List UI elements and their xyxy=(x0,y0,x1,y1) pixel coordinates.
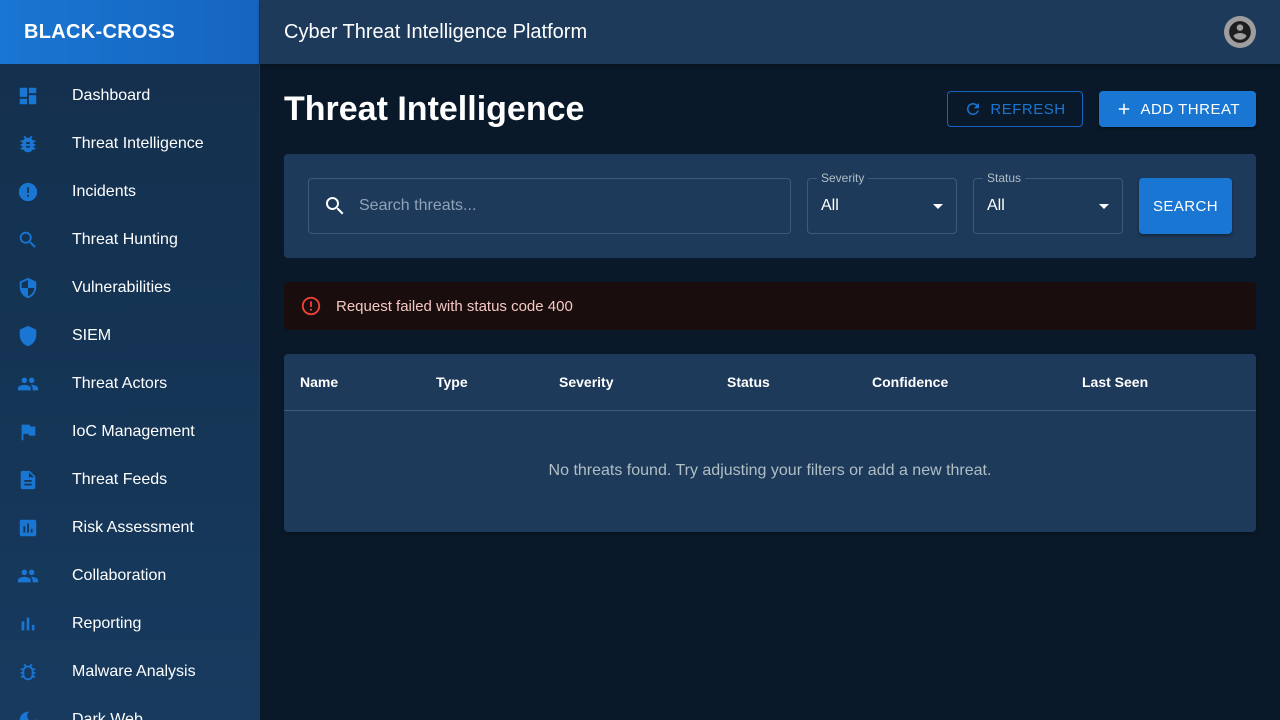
sidebar-item-label: IoC Management xyxy=(72,423,195,440)
bar-chart-icon xyxy=(16,612,40,636)
sidebar-item-siem[interactable]: SIEM xyxy=(0,312,259,360)
column-header-severity[interactable]: Severity xyxy=(559,374,727,390)
moon-icon xyxy=(16,708,40,720)
sidebar-item-label: Threat Actors xyxy=(72,375,168,392)
sidebar-item-threat-actors[interactable]: Threat Actors xyxy=(0,360,259,408)
flag-icon xyxy=(16,420,40,444)
app-header: Cyber Threat Intelligence Platform xyxy=(260,0,1280,64)
sidebar-item-vulnerabilities[interactable]: Vulnerabilities xyxy=(0,264,259,312)
sidebar-item-label: Reporting xyxy=(72,615,142,632)
sidebar-item-risk-assessment[interactable]: Risk Assessment xyxy=(0,504,259,552)
refresh-button-label: REFRESH xyxy=(990,100,1066,118)
error-outline-icon xyxy=(301,296,321,316)
filter-panel: Severity All Status All SEARCH xyxy=(284,154,1256,258)
sidebar-item-incidents[interactable]: Incidents xyxy=(0,168,259,216)
bug-icon xyxy=(16,132,40,156)
dashboard-icon xyxy=(16,84,40,108)
error-alert: Request failed with status code 400 xyxy=(284,282,1256,330)
threats-table: Name Type Severity Status Confidence Las… xyxy=(284,354,1256,532)
severity-select[interactable]: Severity All xyxy=(807,171,957,234)
column-header-type[interactable]: Type xyxy=(436,374,559,390)
sidebar-item-label: Dashboard xyxy=(72,87,151,104)
sidebar-item-label: Vulnerabilities xyxy=(72,279,172,296)
sidebar-item-label: Threat Feeds xyxy=(72,471,168,488)
severity-select-label: Severity xyxy=(817,171,869,185)
error-icon xyxy=(16,180,40,204)
sidebar-item-label: SIEM xyxy=(72,327,112,344)
sidebar-item-label: Malware Analysis xyxy=(72,663,196,680)
sidebar-item-label: Dark Web xyxy=(72,711,143,720)
search-field[interactable] xyxy=(308,178,791,234)
brand-logo[interactable]: BLACK-CROSS xyxy=(0,0,259,64)
bug-icon xyxy=(16,660,40,684)
empty-state-message: No threats found. Try adjusting your fil… xyxy=(548,462,992,479)
sidebar-item-label: Threat Intelligence xyxy=(72,135,204,152)
sidebar-item-threat-feeds[interactable]: Threat Feeds xyxy=(0,456,259,504)
refresh-icon xyxy=(967,103,980,115)
column-header-name[interactable]: Name xyxy=(300,374,436,390)
page-actions: REFRESH ADD THREAT xyxy=(947,91,1256,127)
status-select[interactable]: Status All xyxy=(973,171,1123,234)
status-select-value: All xyxy=(987,197,1005,214)
sidebar-item-malware-analysis[interactable]: Malware Analysis xyxy=(0,648,259,696)
sidebar-item-label: Threat Hunting xyxy=(72,231,178,248)
search-button[interactable]: SEARCH xyxy=(1139,178,1232,234)
page-header: Threat Intelligence REFRESH ADD THREAT xyxy=(284,64,1256,154)
sidebar-item-dark-web[interactable]: Dark Web xyxy=(0,696,259,720)
table-header-row: Name Type Severity Status Confidence Las… xyxy=(284,354,1256,411)
app-title: Cyber Threat Intelligence Platform xyxy=(284,20,588,43)
account-avatar[interactable] xyxy=(1224,16,1256,48)
refresh-button[interactable]: REFRESH xyxy=(947,91,1083,127)
error-message: Request failed with status code 400 xyxy=(336,297,573,315)
add-threat-button-label: ADD THREAT xyxy=(1140,100,1240,118)
sidebar-nav: Dashboard Threat Intelligence Incidents … xyxy=(0,64,259,720)
add-threat-button[interactable]: ADD THREAT xyxy=(1098,91,1256,127)
people-icon xyxy=(16,372,40,396)
sidebar-item-collaboration[interactable]: Collaboration xyxy=(0,552,259,600)
search-input[interactable] xyxy=(359,197,759,215)
assessment-icon xyxy=(16,516,40,540)
shield-half-icon xyxy=(16,276,40,300)
dropdown-arrow-icon xyxy=(933,204,943,209)
column-header-status[interactable]: Status xyxy=(727,374,872,390)
shield-icon xyxy=(16,324,40,348)
dropdown-arrow-icon xyxy=(1099,204,1109,209)
sidebar: BLACK-CROSS Dashboard Threat Intelligenc… xyxy=(0,0,260,720)
severity-select-value: All xyxy=(821,197,839,214)
sidebar-item-label: Collaboration xyxy=(72,567,167,584)
people-icon xyxy=(16,564,40,588)
main-content: Threat Intelligence REFRESH ADD THREAT S… xyxy=(284,64,1256,532)
sidebar-item-label: Risk Assessment xyxy=(72,519,194,536)
account-circle-icon xyxy=(1229,21,1251,43)
sidebar-item-reporting[interactable]: Reporting xyxy=(0,600,259,648)
status-select-label: Status xyxy=(983,171,1026,185)
description-icon xyxy=(16,468,40,492)
sidebar-item-ioc-management[interactable]: IoC Management xyxy=(0,408,259,456)
column-header-confidence[interactable]: Confidence xyxy=(872,374,1082,390)
plus-icon xyxy=(1118,103,1129,115)
sidebar-item-dashboard[interactable]: Dashboard xyxy=(0,72,259,120)
column-header-last-seen[interactable]: Last Seen xyxy=(1082,374,1232,390)
sidebar-item-threat-intelligence[interactable]: Threat Intelligence xyxy=(0,120,259,168)
sidebar-item-label: Incidents xyxy=(72,183,137,200)
search-icon xyxy=(16,228,40,252)
search-icon xyxy=(326,197,344,215)
page-title: Threat Intelligence xyxy=(284,89,585,128)
sidebar-item-threat-hunting[interactable]: Threat Hunting xyxy=(0,216,259,264)
